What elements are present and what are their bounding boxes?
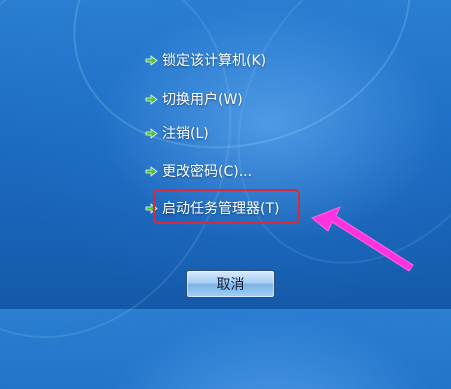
green-arrow-icon	[145, 202, 158, 215]
cancel-button-label: 取消	[216, 277, 245, 293]
green-arrow-icon	[145, 127, 158, 140]
green-arrow-icon	[145, 54, 158, 67]
menu-item-lock-computer[interactable]: 锁定该计算机(K)	[145, 48, 266, 72]
menu-item-switch-user[interactable]: 切换用户(W)	[145, 87, 243, 111]
pointer-arrow-icon	[311, 206, 414, 272]
menu-item-start-task-manager[interactable]: 启动任务管理器(T)	[145, 196, 279, 220]
menu-item-label: 注销(L)	[162, 126, 209, 142]
secure-attention-screen: 锁定该计算机(K) 切换用户(W) 注销(L) 更改密码(C)... 启动任务管…	[0, 0, 451, 389]
menu-item-log-off[interactable]: 注销(L)	[145, 121, 209, 145]
green-arrow-icon	[145, 93, 158, 106]
menu-item-label: 启动任务管理器(T)	[162, 201, 280, 217]
menu-item-label: 锁定该计算机(K)	[162, 53, 267, 69]
green-arrow-icon	[145, 165, 158, 178]
menu-item-label: 切换用户(W)	[162, 92, 243, 108]
cancel-button[interactable]: 取消	[186, 270, 275, 298]
menu-item-change-password[interactable]: 更改密码(C)...	[145, 159, 252, 183]
menu-item-label: 更改密码(C)...	[162, 164, 253, 180]
